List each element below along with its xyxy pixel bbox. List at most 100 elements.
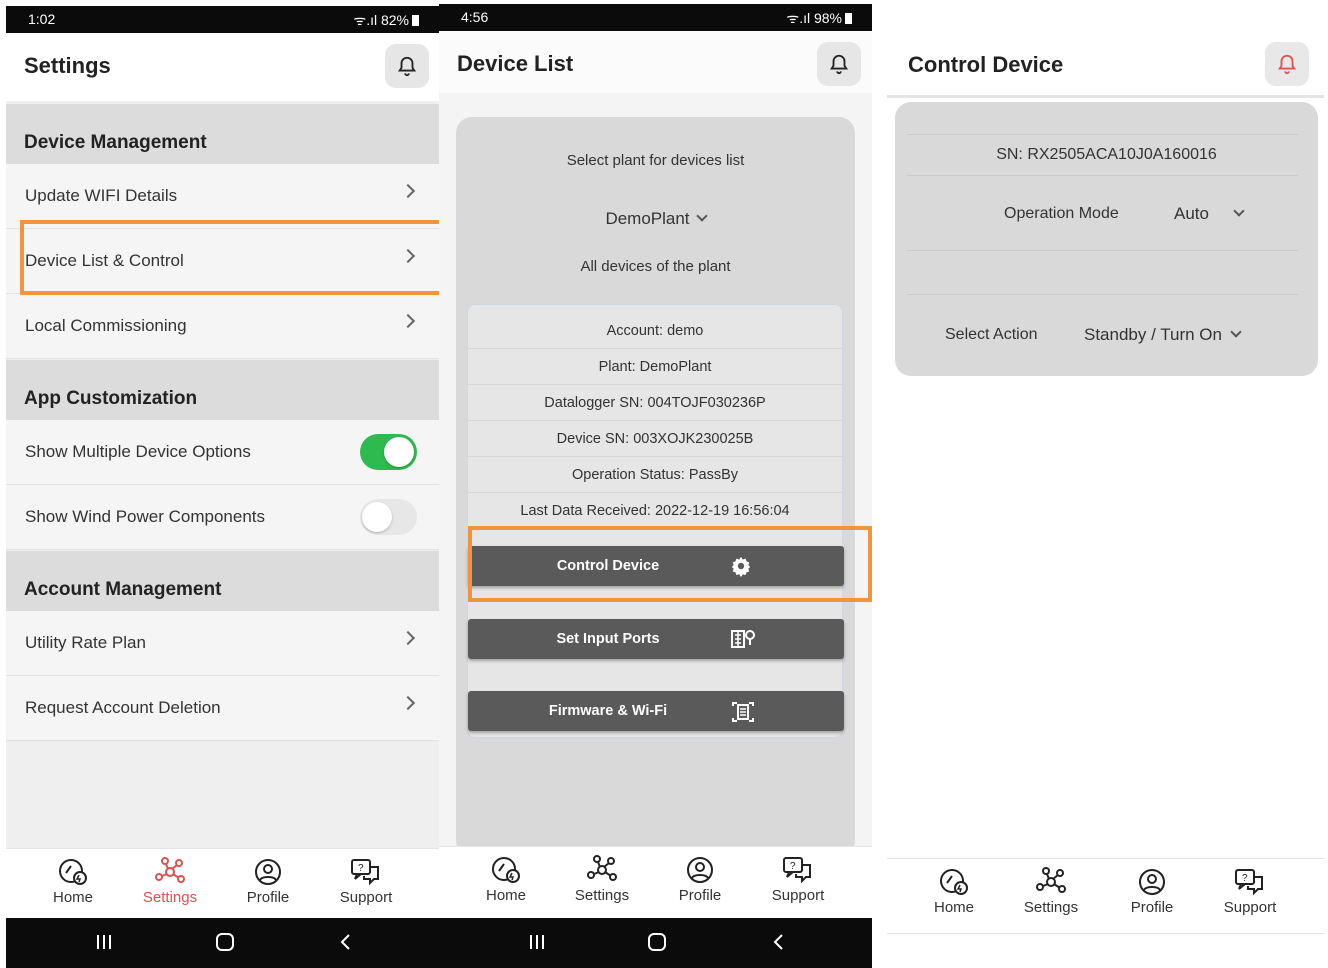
battery-icon [412,15,419,26]
bottom-nav: Home Settings Profile ? Support [887,858,1324,934]
ports-icon [731,630,755,648]
wind-power-toggle[interactable] [360,499,417,535]
divider [907,294,1298,295]
home-button-icon[interactable] [214,932,236,952]
device-list-screen: 4:56 ᯤ.ıl 98% Device List Select plant f… [439,0,872,968]
operation-mode-value: Auto [1174,204,1209,223]
nav-profile[interactable]: Profile [655,855,745,904]
multiple-device-toggle[interactable] [360,434,417,470]
notifications-button[interactable] [385,44,429,88]
plant-dropdown[interactable]: DemoPlant [456,209,855,229]
row-label: Request Account Deletion [25,698,221,717]
home-icon [492,857,520,883]
plant-info: Plant: DemoPlant [468,349,842,385]
operation-status: Operation Status: PassBy [468,457,842,493]
nav-home[interactable]: Home [461,855,551,904]
toggle-knob [362,502,392,532]
control-device-card: SN: RX2505ACA10J0A160016 Operation Mode … [895,102,1318,376]
recents-icon[interactable] [527,932,547,952]
datalogger-sn: Datalogger SN: 004TOJF030236P [468,385,842,421]
button-label: Firmware & Wi-Fi [548,703,668,719]
select-action-label: Select Action [945,326,1038,343]
system-nav-bar [439,918,872,968]
button-label: Set Input Ports [556,631,660,647]
account-info: Account: demo [468,313,842,349]
utility-rate-plan-row[interactable]: Utility Rate Plan [6,611,439,676]
page-title: Settings [24,53,111,78]
select-action-dropdown[interactable]: Standby / Turn On [1084,325,1242,345]
set-input-ports-button[interactable]: Set Input Ports [468,619,844,659]
home-icon [59,859,87,885]
last-data-received: Last Data Received: 2022-12-19 16:56:04 [468,493,842,529]
request-account-deletion-row[interactable]: Request Account Deletion [6,676,439,741]
nav-profile[interactable]: Profile [223,857,313,906]
wifi-signal-icon: ᯤ.ıl [786,10,811,26]
chevron-right-icon [400,313,416,329]
nav-support[interactable]: ? Support [753,855,843,904]
nav-label: Home [933,899,974,916]
bottom-nav: Home Settings Profile ? Support [6,848,439,918]
svg-text:?: ? [358,863,364,874]
select-plant-label: Select plant for devices list [566,152,745,169]
nav-label: Settings [574,887,630,904]
nav-support[interactable]: ? Support [1205,867,1295,916]
nav-home[interactable]: Home [909,867,999,916]
plant-value: DemoPlant [605,209,690,228]
page-title: Device List [457,51,574,76]
nav-settings[interactable]: Settings [125,857,215,906]
back-icon[interactable] [771,932,787,952]
system-nav-bar [6,918,439,968]
row-label: Show Multiple Device Options [25,442,251,461]
home-button-icon[interactable] [646,932,668,952]
profile-icon [687,857,713,883]
notifications-button[interactable] [817,42,861,86]
support-icon: ? [351,859,379,886]
chevron-down-icon [695,210,708,222]
wifi-signal-icon: ᯤ.ıl [353,12,378,28]
nav-label: Home [485,887,526,904]
row-label: Utility Rate Plan [25,633,146,652]
firmware-icon [732,702,754,722]
status-time: 1:02 [28,11,56,27]
nav-label: Support [339,889,393,906]
chevron-down-icon [1230,326,1242,338]
nav-label: Support [771,887,825,904]
settings-icon [587,855,617,881]
nav-label: Profile [246,889,290,906]
section-app-customization: App Customization [6,360,439,420]
settings-screen: 1:02 ᯤ.ıl 82% Settings Device Management… [6,0,439,968]
notifications-button[interactable] [1265,42,1309,86]
operation-mode-dropdown[interactable]: Auto [1174,204,1245,224]
nav-home[interactable]: Home [28,857,118,906]
nav-settings[interactable]: Settings [557,855,647,904]
row-label: Local Commissioning [25,316,187,335]
nav-label: Support [1223,899,1277,916]
row-label: Update WIFI Details [25,186,178,205]
nav-support[interactable]: ? Support [321,857,411,906]
section-device-management: Device Management [6,104,439,164]
page-title: Control Device [908,52,1064,77]
nav-label: Home [52,889,93,906]
local-commissioning-row[interactable]: Local Commissioning [6,294,439,359]
firmware-wifi-button[interactable]: Firmware & Wi-Fi [468,691,844,731]
recents-icon[interactable] [94,932,114,952]
device-sn: Device SN: 003XOJK230025B [468,421,842,457]
device-sn: SN: RX2505ACA10J0A160016 [996,146,1217,163]
bell-icon [1277,54,1297,75]
nav-profile[interactable]: Profile [1107,867,1197,916]
profile-icon [255,859,281,885]
nav-settings[interactable]: Settings [1006,867,1096,916]
section-heading: Account Management [24,579,222,600]
status-bar: 4:56 ᯤ.ıl 98% [439,4,872,31]
app-bar: Device List [439,31,872,93]
section-heading: Device Management [24,132,207,153]
back-icon[interactable] [338,932,354,952]
bell-icon [397,56,417,77]
highlight-box [20,220,439,295]
support-icon: ? [1235,869,1263,896]
device-info-card: Account: demo Plant: DemoPlant Datalogge… [467,304,844,738]
multiple-device-options-row: Show Multiple Device Options [6,420,439,485]
divider [907,134,1298,135]
all-devices-label: All devices of the plant [580,258,731,275]
home-icon [940,869,968,895]
